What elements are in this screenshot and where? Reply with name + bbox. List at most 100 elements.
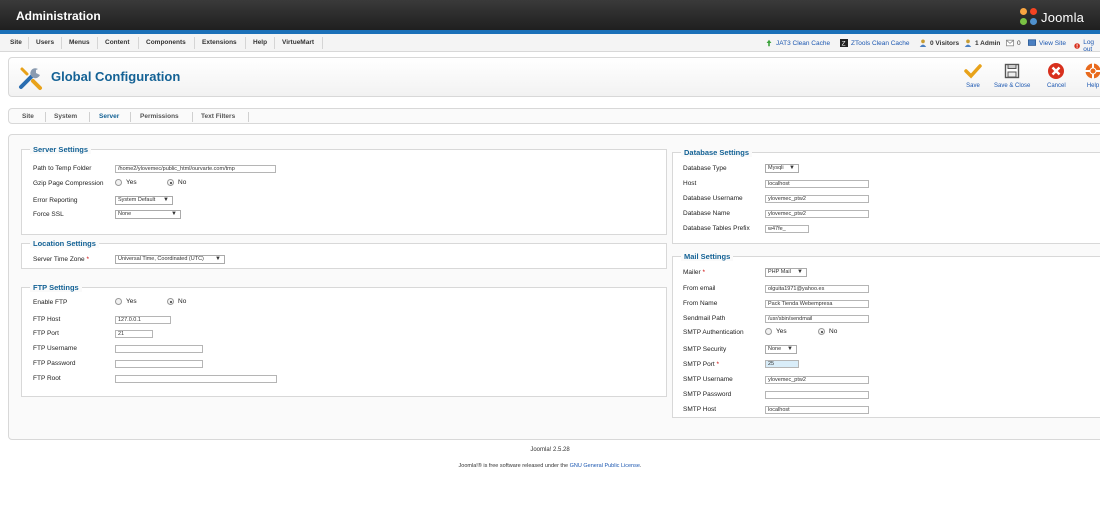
ftp-no-radio[interactable]: No (167, 298, 186, 305)
db-username-label: Database Username (683, 195, 743, 202)
jat3-clean-cache[interactable]: JAT3 Clean Cache (765, 39, 830, 47)
save-close-label: Save & Close (994, 83, 1031, 89)
smtp-username-label: SMTP Username (683, 376, 733, 383)
ftp-yes-radio[interactable]: Yes (115, 298, 137, 305)
visitors-label: 0 Visitors (930, 39, 960, 47)
smtp-security-value: None (768, 346, 782, 352)
menu-site[interactable]: Site (10, 39, 22, 46)
from-name-label: From Name (683, 300, 718, 307)
menu-users[interactable]: Users (36, 39, 54, 46)
save-button[interactable]: Save (964, 62, 982, 89)
cancel-button[interactable]: Cancel (1047, 62, 1066, 89)
tab-permissions[interactable]: Permissions (140, 113, 179, 120)
ztools-clean-cache[interactable]: Z ZTools Clean Cache (840, 39, 910, 47)
ftp-username-input[interactable] (115, 345, 203, 353)
from-name-input[interactable]: Pack Tienda Webempresa (765, 300, 869, 308)
mailer-select[interactable]: PHP Mail ▼ (765, 268, 807, 277)
time-zone-label-text: Server Time Zone (33, 256, 85, 263)
db-host-label: Host (683, 180, 697, 187)
gzip-yes-label: Yes (126, 179, 137, 186)
smtp-password-input[interactable] (765, 391, 869, 399)
location-settings-legend: Location Settings (30, 239, 99, 248)
smtp-port-label-text: SMTP Port (683, 361, 715, 368)
joomla-logo-text: Joomla (1041, 9, 1085, 25)
force-ssl-value: None (118, 211, 132, 217)
error-reporting-select[interactable]: System Default ▼ (115, 196, 173, 205)
mail-icon (1006, 39, 1014, 47)
menu-components[interactable]: Components (146, 39, 186, 46)
time-zone-select[interactable]: Universal Time, Coordinated (UTC) ▼ (115, 255, 225, 264)
tab-server[interactable]: Server (99, 113, 119, 120)
mailer-label: Mailer * (683, 269, 705, 276)
menu-extensions[interactable]: Extensions (202, 39, 237, 46)
license-suffix: . (639, 463, 642, 469)
view-site-link[interactable]: View Site (1028, 39, 1066, 47)
ftp-yes-label: Yes (126, 298, 137, 305)
joomla-logo[interactable]: Joomla (1020, 6, 1084, 28)
enable-ftp-label: Enable FTP (33, 299, 68, 306)
gzip-no-radio[interactable]: No (167, 179, 186, 186)
config-panel: Server Settings Path to Temp Folder /hom… (8, 134, 1100, 440)
temp-folder-input[interactable]: /home2/ylovemec/public_html/ourvarte.com… (115, 165, 276, 173)
smtp-username-input[interactable]: ylovemec_ptw2 (765, 376, 869, 384)
db-username-input[interactable]: ylovemec_ptw2 (765, 195, 869, 203)
ftp-username-label: FTP Username (33, 345, 77, 352)
required-marker: * (86, 256, 90, 263)
menu-content[interactable]: Content (105, 39, 130, 46)
view-site-label: View Site (1039, 39, 1066, 47)
admin-menubar: Site Users Menus Content Components Exte… (0, 34, 1100, 53)
smtp-host-label: SMTP Host (683, 406, 717, 413)
force-ssl-select[interactable]: None ▼ (115, 210, 181, 219)
menu-help[interactable]: Help (253, 39, 267, 46)
admin-header: Administration Joomla (0, 0, 1100, 33)
tab-system[interactable]: System (54, 113, 77, 120)
db-prefix-input[interactable]: w47fe_ (765, 225, 809, 233)
ftp-port-input[interactable]: 21 (115, 330, 153, 338)
joomla-logo-icon (1020, 8, 1038, 26)
from-email-input[interactable]: olguita1971@yahoo.es (765, 285, 869, 293)
dropdown-arrow-icon: ▼ (787, 346, 793, 352)
location-settings-fieldset: Location Settings Server Time Zone * Uni… (21, 239, 667, 269)
sendmail-path-input[interactable]: /usr/sbin/sendmail (765, 315, 869, 323)
ftp-no-label: No (178, 298, 187, 305)
admin-label: 1 Admin (975, 39, 1001, 47)
save-close-button[interactable]: Save & Close (994, 62, 1030, 89)
menu-menus[interactable]: Menus (69, 39, 90, 46)
ftp-password-input[interactable] (115, 360, 203, 368)
gpl-license-link[interactable]: GNU General Public License (570, 463, 640, 469)
dropdown-arrow-icon: ▼ (163, 197, 169, 203)
mailer-label-text: Mailer (683, 269, 701, 276)
server-settings-fieldset: Server Settings Path to Temp Folder /hom… (21, 145, 667, 235)
db-type-select[interactable]: Mysqli ▼ (765, 164, 799, 173)
tab-site[interactable]: Site (22, 113, 34, 120)
db-name-input[interactable]: ylovemec_ptw2 (765, 210, 869, 218)
smtp-port-input[interactable]: 25 (765, 360, 799, 368)
tab-text-filters[interactable]: Text Filters (201, 113, 235, 120)
sendmail-path-label: Sendmail Path (683, 315, 726, 322)
smtp-security-select[interactable]: None ▼ (765, 345, 797, 354)
smtp-host-input[interactable]: localhost (765, 406, 869, 414)
gzip-yes-radio[interactable]: Yes (115, 179, 137, 186)
db-host-input[interactable]: localhost (765, 180, 869, 188)
ftp-root-input[interactable] (115, 375, 277, 383)
menu-virtuemart[interactable]: VirtueMart (282, 39, 314, 46)
ftp-root-label: FTP Root (33, 375, 61, 382)
user-icon (964, 39, 972, 47)
logout-link[interactable]: Log out (1074, 39, 1100, 53)
smtp-auth-no-radio[interactable]: No (818, 328, 837, 335)
menu-divider (274, 37, 275, 49)
smtp-auth-label: SMTP Authentication (683, 329, 744, 336)
tab-divider (130, 112, 131, 122)
help-button[interactable]: Help (1084, 62, 1100, 89)
messages-status[interactable]: 0 (1006, 39, 1021, 47)
logout-label: Log out (1083, 39, 1095, 53)
tab-divider (248, 112, 249, 122)
svg-text:Z: Z (842, 40, 846, 47)
smtp-auth-yes-radio[interactable]: Yes (765, 328, 787, 335)
save-label: Save (966, 83, 980, 89)
menu-divider (138, 37, 139, 49)
admin-title: Administration (16, 9, 101, 23)
ftp-host-input[interactable]: 127.0.0.1 (115, 316, 171, 324)
dropdown-arrow-icon: ▼ (215, 256, 221, 262)
temp-folder-label: Path to Temp Folder (33, 165, 92, 172)
